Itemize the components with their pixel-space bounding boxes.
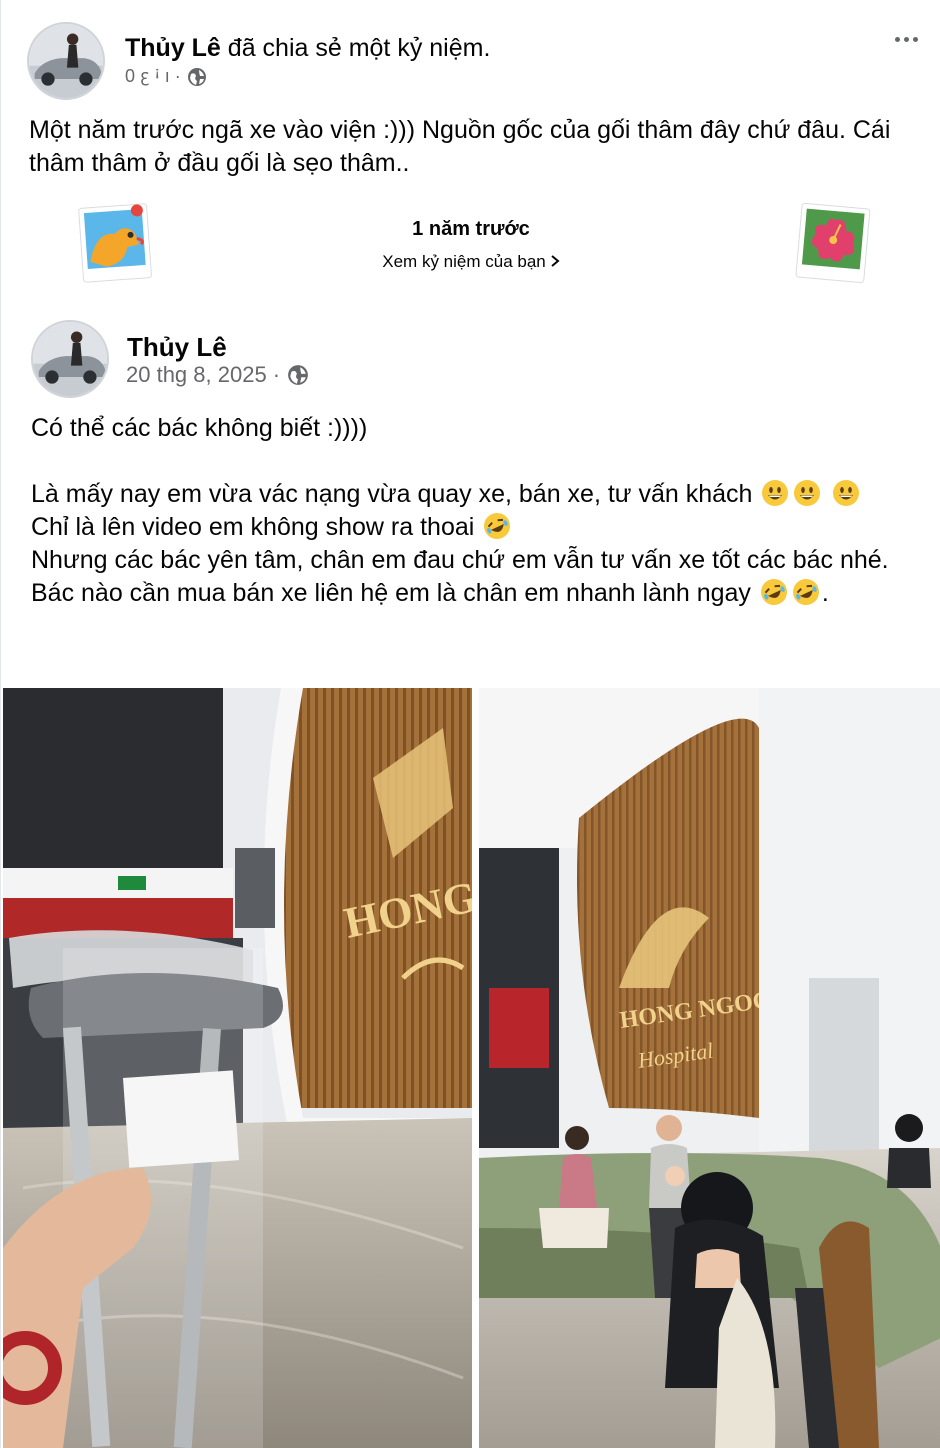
share-title: Thủy Lê đã chia sẻ một kỷ niệm. — [125, 34, 490, 63]
share-meta: 0 ꜫ ꜟ ı · — [125, 66, 207, 87]
more-options-button[interactable] — [885, 28, 927, 50]
post-header: Thủy Lê 20 thg 8, 2025 · — [1, 308, 940, 398]
post-line-3: Chỉ là lên video em không show ra thoai — [31, 511, 921, 544]
post-date[interactable]: 20 thg 8, 2025 · — [126, 362, 280, 388]
avatar[interactable] — [31, 320, 109, 398]
more-dot — [912, 36, 918, 42]
post-line-5-end: . — [821, 579, 829, 607]
photo-crutch-lobby[interactable]: HONG — [3, 688, 472, 1448]
more-horizontal-icon — [894, 36, 900, 42]
rolling-on-floor-laughing-emoji-icon — [792, 578, 820, 606]
facebook-memory-post: Thủy Lê đã chia sẻ một kỷ niệm. 0 ꜫ ꜟ ı … — [0, 0, 940, 1448]
more-dot — [903, 36, 909, 42]
post-body: Có thể các bác không biết :)))) Là mấy n… — [31, 412, 921, 610]
post-line-5: Bác nào cần mua bán xe liên hệ em là châ… — [31, 577, 921, 610]
post-meta: 20 thg 8, 2025 · — [126, 362, 309, 388]
post-line-1: Có thể các bác không biết :)))) — [31, 414, 368, 442]
post-line-2-text: Là mấy nay em vừa vác nạng vừa quay xe, … — [31, 480, 753, 508]
post-author-name[interactable]: Thủy Lê — [127, 332, 227, 363]
hibiscus-photo-sticker-icon — [793, 200, 873, 284]
share-author-name[interactable]: Thủy Lê — [125, 34, 221, 62]
chevron-right-icon — [550, 253, 560, 273]
photo-grid: HONG HONG NGOC Hospital — [3, 688, 940, 1448]
photo-hospital-waiting-room[interactable]: HONG NGOC Hospital — [479, 688, 940, 1448]
grinning-face-emoji-icon — [832, 479, 860, 507]
post-line-5-text: Bác nào cần mua bán xe liên hệ em là châ… — [31, 579, 751, 607]
grinning-face-emoji-icon — [761, 479, 789, 507]
post-line-4: Nhưng các bác yên tâm, chân em đau chứ e… — [31, 546, 889, 574]
post-line-3-text: Chỉ là lên video em không show ra thoai — [31, 513, 475, 541]
share-header: Thủy Lê đã chia sẻ một kỷ niệm. 0 ꜫ ꜟ ı … — [1, 0, 940, 108]
avatar[interactable] — [27, 22, 105, 100]
rolling-on-floor-laughing-emoji-icon — [483, 512, 511, 540]
post-line-2: Là mấy nay em vừa vác nạng vừa quay xe, … — [31, 478, 921, 511]
share-meta-text: 0 ꜫ ꜟ ı · — [125, 66, 181, 86]
view-memories-label: Xem kỷ niệm của bạn — [382, 252, 546, 271]
rolling-on-floor-laughing-emoji-icon — [760, 578, 788, 606]
share-caption: Một năm trước ngã xe vào viện :))) Nguồn… — [29, 116, 891, 177]
share-action-text: đã chia sẻ một kỷ niệm. — [220, 34, 491, 62]
grinning-face-emoji-icon — [793, 479, 821, 507]
memory-banner: 1 năm trước Xem kỷ niệm của bạn — [1, 196, 940, 296]
globe-icon — [187, 67, 207, 87]
globe-icon — [287, 364, 309, 386]
